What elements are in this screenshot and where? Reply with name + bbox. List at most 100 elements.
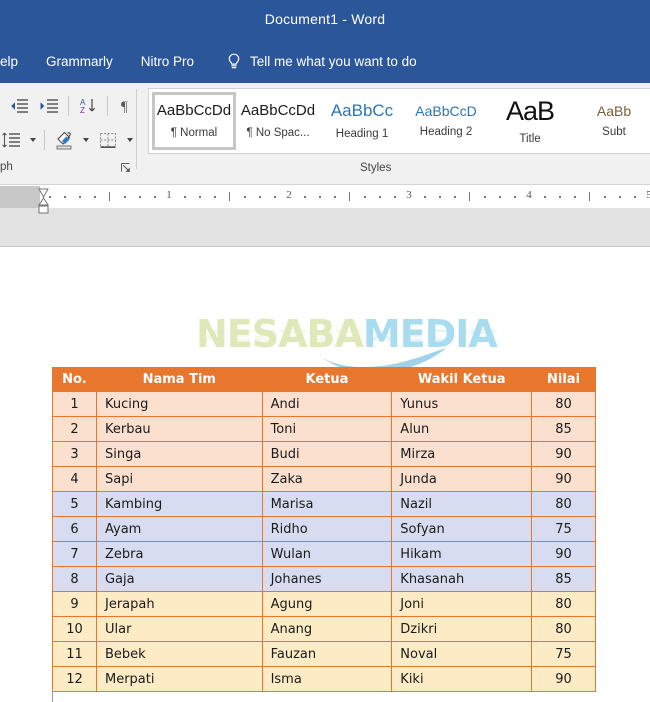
cell-wakil[interactable]: Dzikri [391,616,533,642]
cell-nilai[interactable]: 75 [531,516,596,542]
cell-no[interactable]: 8 [52,566,97,592]
cell-ketua[interactable]: Anang [261,616,393,642]
cell-no[interactable]: 11 [52,641,97,667]
cell-wakil[interactable]: Hikam [391,541,533,567]
table-row[interactable]: 11 Bebek Fauzan Noval 75 [52,641,596,667]
borders-button[interactable] [93,126,123,154]
cell-tim[interactable]: Ular [95,616,263,642]
first-line-indent-marker[interactable] [38,186,49,199]
cell-ketua[interactable]: Fauzan [261,641,393,667]
table-row[interactable]: 12 Merpati Isma Kiki 90 [52,666,596,692]
cell-nilai[interactable]: 85 [531,566,596,592]
cell-nilai[interactable]: 80 [531,591,596,617]
cell-tim[interactable]: Sapi [95,466,263,492]
line-spacing-chevron-down-icon[interactable] [26,126,40,154]
cell-tim[interactable]: Bebek [95,641,263,667]
style-item-heading-2[interactable]: AaBbCcD Heading 2 [404,92,488,150]
style-item-title[interactable]: AaB Title [488,92,572,150]
hanging-indent-marker[interactable] [38,197,49,215]
cell-nilai[interactable]: 75 [531,641,596,667]
tab-grammarly[interactable]: Grammarly [32,40,127,83]
style-item-subtitle[interactable]: AaBb Subt [572,92,650,150]
cell-wakil[interactable]: Yunus [391,391,533,417]
cell-no[interactable]: 5 [52,491,97,517]
cell-no[interactable]: 2 [52,416,97,442]
col-header-nama-tim[interactable]: Nama Tim [95,367,263,392]
cell-no[interactable]: 3 [52,441,97,467]
cell-no[interactable]: 10 [52,616,97,642]
table-row[interactable]: 7 Zebra Wulan Hikam 90 [52,541,596,567]
tab-help[interactable]: elp [0,40,32,83]
table-row[interactable]: 8 Gaja Johanes Khasanah 85 [52,566,596,592]
col-header-no[interactable]: No. [52,367,97,392]
style-item-heading-1[interactable]: AaBbCс Heading 1 [320,92,404,150]
cell-ketua[interactable]: Wulan [261,541,393,567]
cell-nilai[interactable]: 90 [531,441,596,467]
cell-wakil[interactable]: Mirza [391,441,533,467]
cell-ketua[interactable]: Ridho [261,516,393,542]
cell-ketua[interactable]: Isma [261,666,393,692]
cell-no[interactable]: 9 [52,591,97,617]
styles-gallery[interactable]: AaBbCcDd ¶ Normal AaBbCcDd ¶ No Spac... … [148,88,650,154]
cell-tim[interactable]: Ayam [95,516,263,542]
style-item-no-spacing[interactable]: AaBbCcDd ¶ No Spac... [236,92,320,150]
sort-button[interactable]: A Z [73,92,103,120]
cell-nilai[interactable]: 80 [531,491,596,517]
cell-no[interactable]: 1 [52,391,97,417]
decrease-indent-button[interactable] [4,92,34,120]
cell-ketua[interactable]: Toni [261,416,393,442]
table-row[interactable]: 4 Sapi Zaka Junda 90 [52,466,596,492]
table-row[interactable]: 2 Kerbau Toni Alun 85 [52,416,596,442]
cell-wakil[interactable]: Noval [391,641,533,667]
cell-wakil[interactable]: Khasanah [391,566,533,592]
cell-tim[interactable]: Kerbau [95,416,263,442]
cell-tim[interactable]: Kambing [95,491,263,517]
cell-tim[interactable]: Zebra [95,541,263,567]
table-row[interactable]: 6 Ayam Ridho Sofyan 75 [52,516,596,542]
cell-no[interactable]: 4 [52,466,97,492]
horizontal-ruler[interactable]: 1 2 3 4 5 [0,186,650,214]
cell-wakil[interactable]: Joni [391,591,533,617]
line-spacing-button[interactable] [0,126,26,154]
shading-button[interactable] [49,126,79,154]
tell-me-box[interactable]: Tell me what you want to do [208,52,417,72]
cell-nilai[interactable]: 90 [531,466,596,492]
cell-nilai[interactable]: 90 [531,541,596,567]
cell-tim[interactable]: Kucing [95,391,263,417]
cell-wakil[interactable]: Sofyan [391,516,533,542]
cell-nilai[interactable]: 90 [531,666,596,692]
cell-ketua[interactable]: Marisa [261,491,393,517]
cell-wakil[interactable]: Junda [391,466,533,492]
cell-no[interactable]: 12 [52,666,97,692]
cell-ketua[interactable]: Andi [261,391,393,417]
col-header-nilai[interactable]: Nilai [531,367,596,392]
style-item-normal[interactable]: AaBbCcDd ¶ Normal [152,92,236,150]
increase-indent-button[interactable] [34,92,64,120]
col-header-ketua[interactable]: Ketua [261,367,393,392]
cell-no[interactable]: 7 [52,541,97,567]
cell-wakil[interactable]: Kiki [391,666,533,692]
cell-ketua[interactable]: Budi [261,441,393,467]
cell-tim[interactable]: Singa [95,441,263,467]
paragraph-dialog-launcher[interactable] [120,161,132,173]
data-table[interactable]: No. Nama Tim Ketua Wakil Ketua Nilai 1 Ku… [52,367,596,692]
cell-ketua[interactable]: Agung [261,591,393,617]
col-header-wakil-ketua[interactable]: Wakil Ketua [391,367,533,392]
cell-ketua[interactable]: Zaka [261,466,393,492]
show-formatting-marks-button[interactable]: ¶ [112,92,142,120]
table-row[interactable]: 9 Jerapah Agung Joni 80 [52,591,596,617]
table-row[interactable]: 1 Kucing Andi Yunus 80 [52,391,596,417]
cell-nilai[interactable]: 80 [531,616,596,642]
shading-chevron-down-icon[interactable] [79,126,93,154]
cell-tim[interactable]: Jerapah [95,591,263,617]
tab-nitro-pro[interactable]: Nitro Pro [127,40,208,83]
table-row[interactable]: 5 Kambing Marisa Nazil 80 [52,491,596,517]
cell-no[interactable]: 6 [52,516,97,542]
table-row[interactable]: 10 Ular Anang Dzikri 80 [52,616,596,642]
cell-wakil[interactable]: Alun [391,416,533,442]
cell-nilai[interactable]: 80 [531,391,596,417]
cell-ketua[interactable]: Johanes [261,566,393,592]
borders-chevron-down-icon[interactable] [123,126,137,154]
cell-nilai[interactable]: 85 [531,416,596,442]
cell-wakil[interactable]: Nazil [391,491,533,517]
